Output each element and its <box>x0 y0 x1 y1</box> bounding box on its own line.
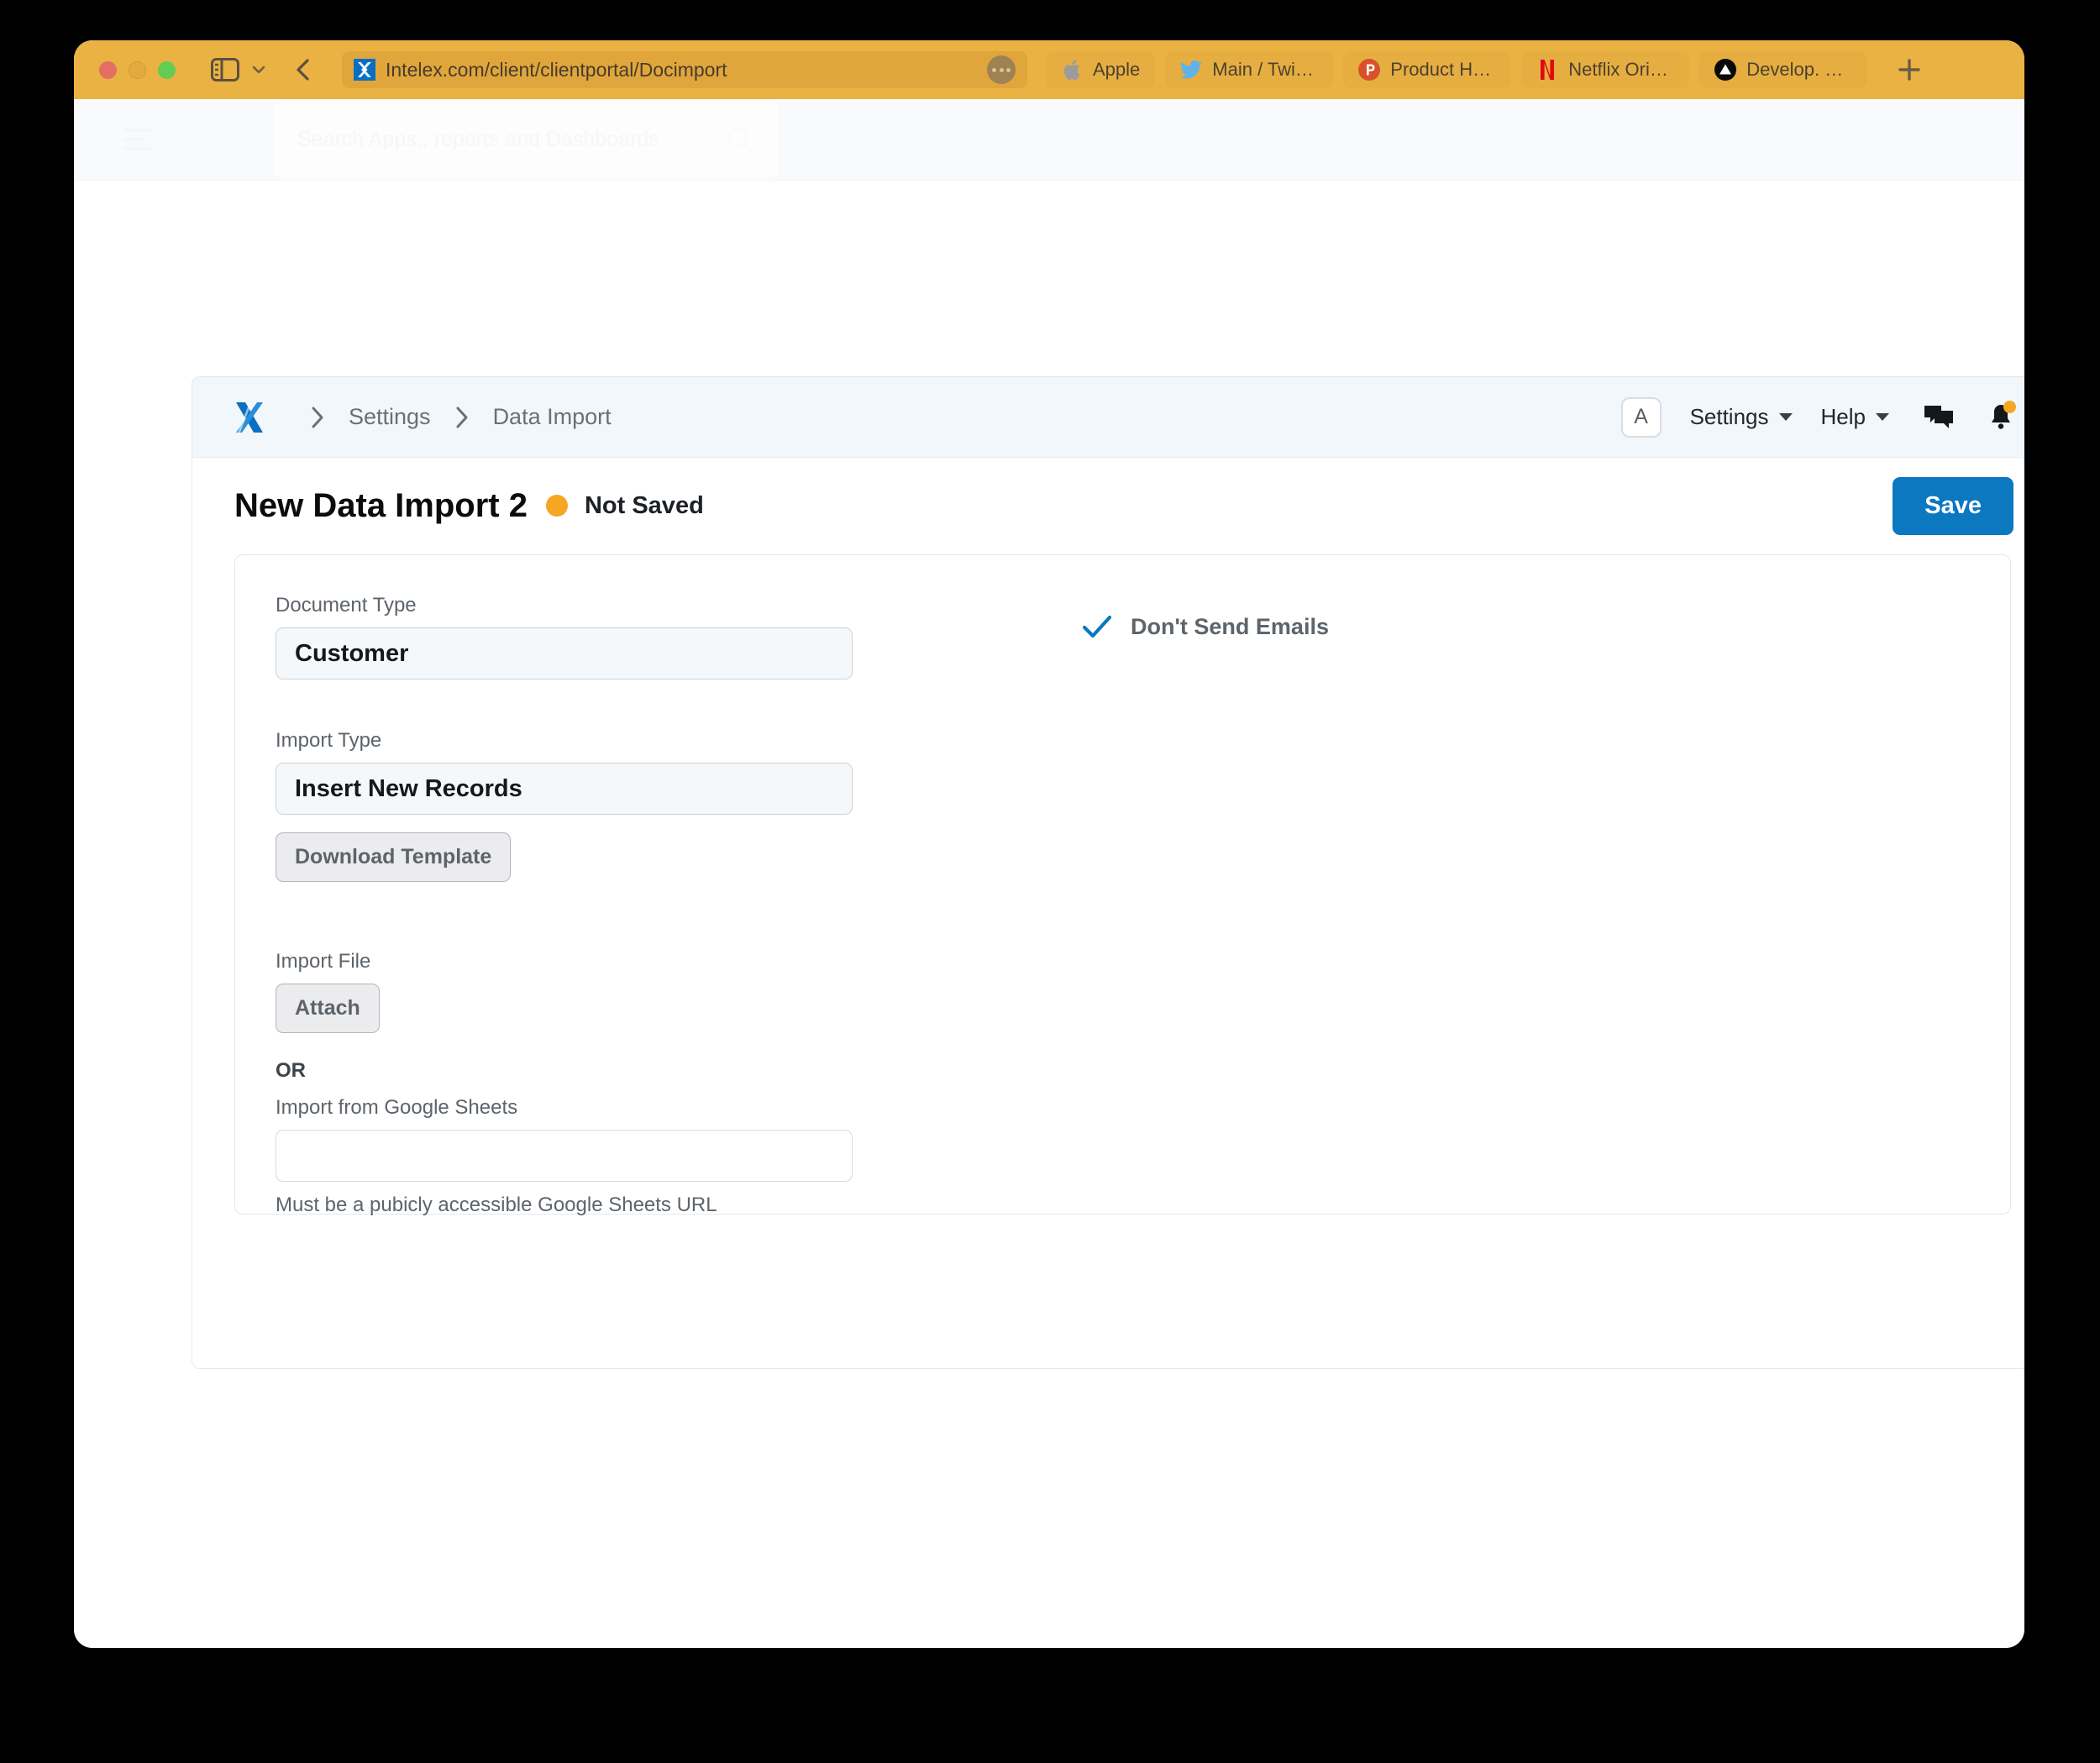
netflix-icon <box>1536 59 1558 81</box>
hamburger-icon[interactable] <box>123 129 153 150</box>
topbar-support-label: Intelex Support <box>1790 126 1937 152</box>
import-form-panel: Document Type Don't Send Emails <box>234 554 2011 1217</box>
global-search-placeholder: Search Apps., reports and Dashboards <box>297 127 659 151</box>
bookmark-netflix[interactable]: Netflix Origi... <box>1521 51 1690 88</box>
dont-send-emails-label: Don't Send Emails <box>1131 614 1329 639</box>
checkmark-icon <box>1082 615 1112 640</box>
search-icon[interactable] <box>726 125 754 154</box>
ellipsis-icon[interactable] <box>987 55 1016 84</box>
status-badge: Not Saved <box>584 491 704 519</box>
topbar-user-label: Name <box>1405 126 1464 152</box>
bookmark-label: Main / Twitt... <box>1212 59 1319 80</box>
window-traffic-lights <box>99 60 176 79</box>
producthunt-icon <box>1358 59 1381 81</box>
attach-button[interactable]: Attach <box>276 984 380 1033</box>
bookmark-product-hunt[interactable]: Product Hu... <box>1343 51 1512 88</box>
google-sheets-url-input[interactable] <box>276 1130 853 1182</box>
settings-menu[interactable]: Settings <box>1690 404 1793 430</box>
breadcrumb-item-settings[interactable]: Settings <box>347 404 433 430</box>
or-divider-label: OR <box>276 1059 306 1082</box>
bookmark-twitter[interactable]: Main / Twitt... <box>1165 51 1334 88</box>
intelex-logo[interactable] <box>180 107 240 172</box>
import-file-field-group: Import File Attach <box>276 950 380 1033</box>
bookmark-label: Product Hu... <box>1390 59 1497 80</box>
import-type-label: Import Type <box>276 729 382 752</box>
minimize-window-button[interactable] <box>129 60 146 79</box>
download-template-button[interactable]: Download Template <box>276 832 512 882</box>
chevron-down-icon[interactable] <box>249 60 268 79</box>
close-window-button[interactable] <box>99 60 117 79</box>
page-viewport: Search Apps., reports and Dashboards Nam… <box>74 99 2024 1648</box>
avatar-badge[interactable]: A <box>1620 396 1662 438</box>
import-form: Document Type Don't Send Emails <box>235 555 2010 1217</box>
chat-icon[interactable] <box>1923 403 1955 432</box>
notification-badge-dot <box>2003 400 2016 413</box>
bookmark-develop-pr[interactable]: Develop. Pr... <box>1699 51 1868 88</box>
app-topbar: Search Apps., reports and Dashboards Nam… <box>74 99 2024 181</box>
avatar <box>1357 122 1392 157</box>
intelex-home-icon[interactable] <box>233 399 266 436</box>
import-type-field-group: Import Type <box>276 729 853 815</box>
sidebar-toggle-icon[interactable] <box>211 58 239 81</box>
breadcrumb-item-data-import[interactable]: Data Import <box>491 404 613 430</box>
import-type-input[interactable] <box>276 763 853 815</box>
google-sheets-label: Import from Google Sheets <box>276 1096 518 1119</box>
import-file-label: Import File <box>276 950 371 973</box>
help-menu-label: Help <box>1820 404 1866 429</box>
topbar-user-name[interactable]: Name <box>1357 122 1463 157</box>
topbar-support-link[interactable]: Intelex Support <box>1741 122 1937 157</box>
address-url-text: Intelex.com/client/clientportal/Docimpor… <box>386 58 727 81</box>
screen: Intelex.com/client/clientportal/Docimpor… <box>0 0 2100 1763</box>
bookmark-apple[interactable]: Apple <box>1046 51 1156 88</box>
breadcrumb-bar: Settings Data Import A Settings Help <box>192 377 2024 458</box>
zoom-window-button[interactable] <box>158 60 176 79</box>
dont-send-emails-checkbox[interactable]: Don't Send Emails <box>1082 614 1329 640</box>
avatar <box>1741 122 1777 157</box>
vercel-icon <box>1714 59 1737 81</box>
chevron-right-icon <box>454 405 470 430</box>
save-button[interactable]: Save <box>1893 476 2013 535</box>
help-menu[interactable]: Help <box>1821 404 1889 430</box>
intelex-x-icon <box>354 59 375 81</box>
global-search-input[interactable]: Search Apps., reports and Dashboards <box>274 102 778 177</box>
bookmark-label: Develop. Pr... <box>1746 59 1853 80</box>
document-type-label: Document Type <box>276 594 417 617</box>
settings-menu-label: Settings <box>1689 404 1769 429</box>
google-sheets-field-group: Import from Google Sheets Must be a pubi… <box>276 1096 853 1217</box>
status-badge-dot <box>545 495 568 517</box>
document-type-field-group: Document Type <box>276 594 853 679</box>
browser-toolbar: Intelex.com/client/clientportal/Docimpor… <box>74 40 2024 99</box>
title-row: New Data Import 2 Not Saved Save <box>192 458 2024 554</box>
apple-icon <box>1061 59 1083 81</box>
bookmark-label: Netflix Origi... <box>1568 59 1675 80</box>
document-type-input[interactable] <box>276 627 853 679</box>
back-button[interactable] <box>293 57 315 82</box>
new-tab-button[interactable] <box>1893 53 1926 87</box>
bookmark-label: Apple <box>1093 59 1141 80</box>
bell-icon[interactable] <box>1988 400 2016 433</box>
twitter-icon <box>1180 59 1202 81</box>
bookmarks-bar: Apple Main / Twitt... Product Hu... Netf… <box>1046 51 1868 88</box>
browser-window: Intelex.com/client/clientportal/Docimpor… <box>74 40 2024 1648</box>
address-bar[interactable]: Intelex.com/client/clientportal/Docimpor… <box>342 51 1027 88</box>
google-sheets-hint: Must be a pubicly accessible Google Shee… <box>276 1194 717 1216</box>
chevron-down-icon <box>1876 413 1889 421</box>
chevron-right-icon <box>310 405 325 430</box>
data-import-card: Settings Data Import A Settings Help New… <box>192 376 2024 1369</box>
header-actions: A Settings Help <box>1620 396 2016 438</box>
page-title: New Data Import 2 <box>234 486 528 524</box>
breadcrumb: Settings Data Import <box>233 399 613 436</box>
chevron-down-icon <box>1778 413 1793 421</box>
